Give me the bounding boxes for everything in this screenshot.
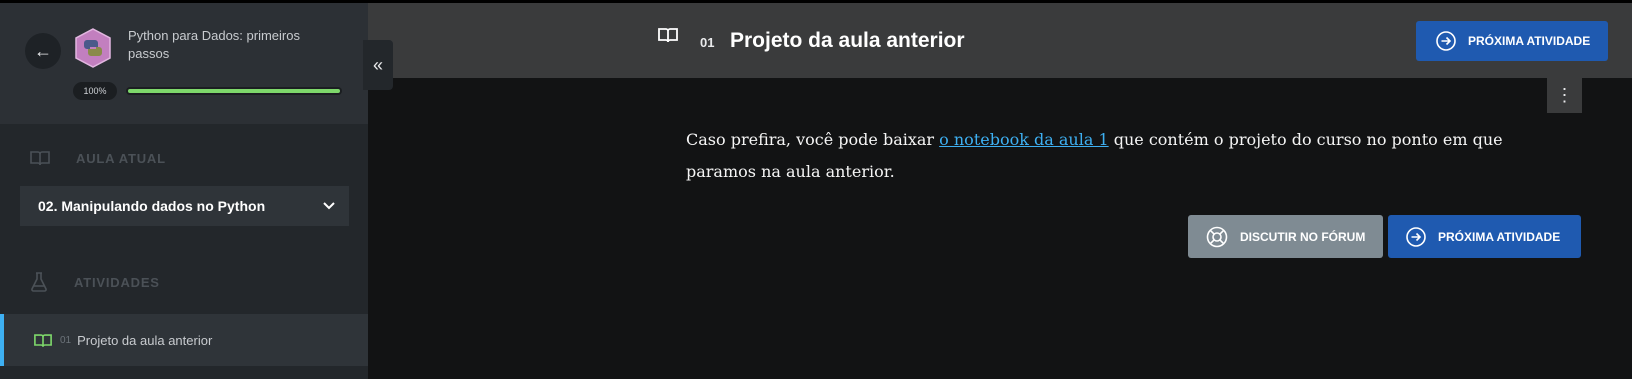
next-activity-label: PRÓXIMA ATIVIDADE <box>1468 34 1591 48</box>
double-chevron-left-icon: « <box>372 54 383 75</box>
book-open-icon <box>30 151 50 166</box>
lesson-dropdown-value: 02. Manipulando dados no Python <box>38 198 266 214</box>
chevron-down-icon <box>323 202 335 210</box>
activity-content: Caso prefira, você pode baixar o noteboo… <box>686 124 1546 188</box>
activity-header: 01 Projeto da aula anterior PRÓXIMA ATIV… <box>368 0 1632 78</box>
app-root: ← Python para Dados: primeiros passos 10… <box>0 0 1632 379</box>
activity-title: Projeto da aula anterior <box>77 332 213 348</box>
content-text-before: Caso prefira, você pode baixar <box>686 130 940 149</box>
notebook-link[interactable]: o notebook da aula 1 <box>939 130 1108 149</box>
course-header: ← Python para Dados: primeiros passos 10… <box>0 0 368 124</box>
book-open-icon <box>34 333 52 347</box>
activity-number: 01 <box>60 334 72 346</box>
next-activity-button[interactable]: PRÓXIMA ATIVIDADE <box>1416 21 1608 61</box>
progress-bar <box>126 87 342 95</box>
current-lesson-section-header: AULA ATUAL <box>30 150 166 166</box>
arrow-right-circle-icon <box>1406 226 1426 247</box>
activity-item-projeto[interactable]: 01 Projeto da aula anterior <box>0 314 368 366</box>
progress-percent: 100% <box>73 82 117 100</box>
page-title: Projeto da aula anterior <box>730 29 965 52</box>
course-title: Python para Dados: primeiros passos <box>128 28 300 61</box>
more-options-button[interactable]: ⋮ <box>1547 78 1582 113</box>
back-button[interactable]: ← <box>25 33 61 69</box>
current-lesson-label: AULA ATUAL <box>76 150 166 166</box>
discuss-forum-label: DISCUTIR NO FÓRUM <box>1240 229 1366 244</box>
arrow-right-circle-icon <box>1436 31 1456 51</box>
python-course-icon <box>75 28 111 68</box>
collapse-sidebar-button[interactable]: « <box>363 40 393 90</box>
activities-label: ATIVIDADES <box>74 274 160 290</box>
lifebuoy-icon <box>1206 226 1228 247</box>
progress-bar-fill <box>128 89 340 93</box>
arrow-left-icon: ← <box>34 40 52 61</box>
activities-section-header: ATIVIDADES <box>30 272 160 292</box>
kebab-menu-icon: ⋮ <box>1555 85 1574 105</box>
sidebar: ← Python para Dados: primeiros passos 10… <box>0 0 368 379</box>
flask-icon <box>31 272 47 292</box>
lesson-dropdown[interactable]: 02. Manipulando dados no Python <box>20 186 349 226</box>
next-activity-button-bottom[interactable]: PRÓXIMA ATIVIDADE <box>1388 215 1581 258</box>
book-open-icon <box>658 28 678 43</box>
activity-number: 01 <box>700 35 715 50</box>
next-activity-label: PRÓXIMA ATIVIDADE <box>1438 229 1561 244</box>
discuss-forum-button[interactable]: DISCUTIR NO FÓRUM <box>1188 215 1383 258</box>
